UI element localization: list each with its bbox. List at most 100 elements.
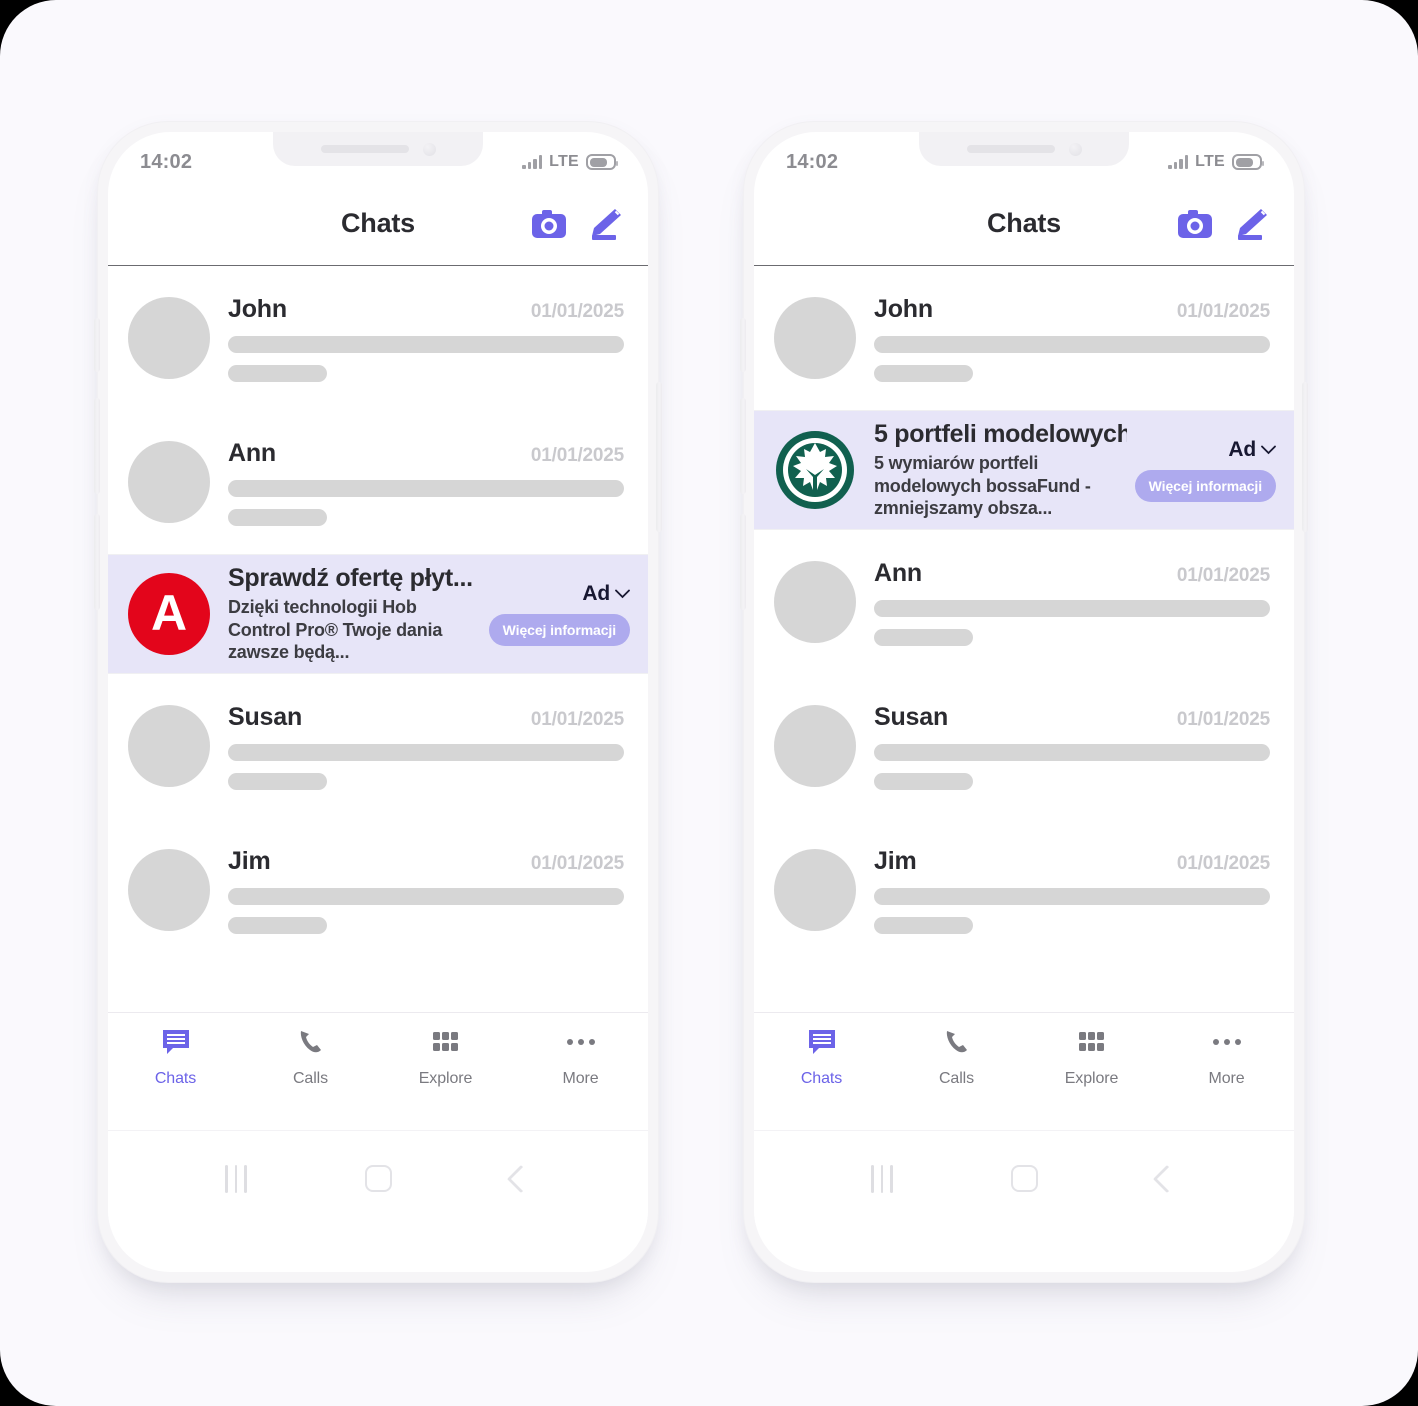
phone-side-button-power[interactable]	[656, 382, 662, 532]
ad-list-item[interactable]: 5 portfeli modelowych 5 wymiarów portfel…	[754, 411, 1294, 529]
chat-item-body: Susan 01/01/2025	[228, 703, 624, 790]
chat-item-body: John 01/01/2025	[228, 295, 624, 382]
message-preview-placeholder-short	[874, 772, 973, 790]
message-preview-placeholder-short	[228, 772, 327, 790]
tab-label: Explore	[1064, 1070, 1119, 1087]
tab-explore[interactable]: Explore	[378, 1027, 513, 1130]
grid-dots-icon	[432, 1027, 460, 1057]
ad-cta-button[interactable]: Więcej informacji	[488, 614, 630, 646]
chat-list-item[interactable]: Ann 01/01/2025	[108, 410, 648, 554]
chat-list-item[interactable]: Jim 01/01/2025	[754, 818, 1294, 962]
ad-description: 5 wymiarów portfeli modelowych bossaFund…	[874, 453, 1091, 519]
phone-icon	[297, 1027, 325, 1057]
message-preview-placeholder	[874, 335, 1270, 353]
tab-chats[interactable]: Chats	[108, 1027, 243, 1130]
chat-item-header: Jim 01/01/2025	[874, 847, 1270, 876]
page-root: 14:02 LTE Chats John 01/01/2025 Ann 01/0…	[0, 0, 1418, 1406]
tab-calls[interactable]: Calls	[243, 1027, 378, 1130]
tab-more[interactable]: More	[513, 1027, 648, 1130]
chat-item-body: Ann 01/01/2025	[874, 559, 1270, 646]
chat-item-body: Susan 01/01/2025	[874, 703, 1270, 790]
chat-list-item[interactable]: John 01/01/2025	[108, 266, 648, 410]
chat-item-header: Jim 01/01/2025	[228, 847, 624, 876]
camera-icon[interactable]	[532, 209, 566, 238]
chat-item-body: John 01/01/2025	[874, 295, 1270, 382]
phone-side-button-volume-up[interactable]	[94, 398, 100, 494]
recents-icon[interactable]	[871, 1164, 893, 1193]
network-label: LTE	[1195, 153, 1225, 170]
chat-item-header: Susan 01/01/2025	[874, 703, 1270, 732]
status-indicators: LTE	[1168, 153, 1264, 171]
ad-headline: Sprawdź ofertę płyt...	[228, 564, 473, 593]
chat-contact-name: John	[228, 294, 287, 323]
ad-text-block: 5 portfeli modelowych 5 wymiarów portfel…	[874, 420, 1127, 520]
page-title: Chats	[340, 208, 415, 238]
message-preview-placeholder-short	[874, 916, 973, 934]
chat-contact-name: Jim	[874, 846, 917, 875]
bottom-tab-bar: Chats Calls Explore More	[754, 1012, 1294, 1130]
message-preview-placeholder	[228, 743, 624, 761]
tab-chats[interactable]: Chats	[754, 1027, 889, 1130]
chevron-down-icon	[1261, 445, 1276, 455]
signal-bars-icon	[1168, 155, 1189, 169]
ad-list-item[interactable]: A Sprawdź ofertę płyt... Dzięki technolo…	[108, 555, 648, 673]
phone-side-button-silent[interactable]	[740, 318, 746, 372]
android-navigation-bar	[108, 1130, 648, 1226]
tab-calls[interactable]: Calls	[889, 1027, 1024, 1130]
chat-list-item[interactable]: John 01/01/2025	[754, 266, 1294, 410]
chat-list-item[interactable]: Ann 01/01/2025	[754, 530, 1294, 674]
phone-screen-right: 14:02 LTE Chats John 01/01/2025 5 portfe…	[754, 132, 1294, 1272]
chat-list-left: John 01/01/2025 Ann 01/01/2025 A Sprawdź…	[108, 266, 648, 1012]
chat-list-item[interactable]: Susan 01/01/2025	[754, 674, 1294, 818]
phone-side-button-volume-down[interactable]	[94, 514, 100, 610]
status-time: 14:02	[140, 150, 193, 173]
ad-headline: 5 portfeli modelowych	[874, 420, 1127, 449]
message-preview-placeholder-short	[874, 364, 973, 382]
phone-side-button-power[interactable]	[1302, 382, 1308, 532]
phone-side-button-volume-up[interactable]	[740, 398, 746, 494]
ad-cta-button[interactable]: Więcej informacji	[1134, 470, 1276, 502]
network-label: LTE	[549, 153, 579, 170]
recents-icon[interactable]	[225, 1164, 247, 1193]
ad-controls: Ad Więcej informacji	[488, 582, 630, 646]
tab-label: Calls	[292, 1070, 329, 1087]
home-icon[interactable]	[1011, 1165, 1039, 1192]
camera-icon[interactable]	[1178, 209, 1212, 238]
chat-item-header: John 01/01/2025	[228, 295, 624, 324]
phone-side-button-silent[interactable]	[94, 318, 100, 372]
ad-label-text: Ad	[582, 582, 610, 605]
chat-timestamp: 01/01/2025	[530, 444, 624, 466]
ad-controls: Ad Więcej informacji	[1134, 438, 1276, 502]
back-icon[interactable]	[1152, 1164, 1181, 1193]
list-spacer	[108, 962, 648, 1012]
message-preview-placeholder	[874, 887, 1270, 905]
pencil-compose-icon[interactable]	[1234, 208, 1268, 240]
amica-a-logo-icon: A	[128, 573, 210, 655]
phone-side-button-volume-down[interactable]	[740, 514, 746, 610]
message-preview-placeholder	[228, 335, 624, 353]
android-navigation-bar	[754, 1130, 1294, 1226]
chat-list-item[interactable]: Susan 01/01/2025	[108, 674, 648, 818]
ad-disclosure[interactable]: Ad	[582, 582, 630, 606]
tab-label: Calls	[938, 1070, 975, 1087]
battery-icon	[586, 154, 618, 170]
avatar	[774, 849, 856, 931]
back-icon[interactable]	[506, 1164, 535, 1193]
bottom-tab-bar: Chats Calls Explore More	[108, 1012, 648, 1130]
ad-disclosure[interactable]: Ad	[1228, 438, 1276, 462]
tab-more[interactable]: More	[1159, 1027, 1294, 1130]
pencil-compose-icon[interactable]	[588, 208, 622, 240]
chat-list-item[interactable]: Jim 01/01/2025	[108, 818, 648, 962]
home-icon[interactable]	[365, 1165, 393, 1192]
tab-explore[interactable]: Explore	[1024, 1027, 1159, 1130]
grid-dots-icon	[1078, 1027, 1106, 1057]
avatar	[128, 441, 210, 523]
tab-label: Chats	[800, 1070, 843, 1087]
avatar	[128, 705, 210, 787]
message-preview-placeholder-short	[228, 508, 327, 526]
ad-label-text: Ad	[1228, 438, 1256, 461]
chat-item-header: John 01/01/2025	[874, 295, 1270, 324]
ad-description: Dzięki technologii Hob Control Pro® Twoj…	[228, 597, 443, 663]
chat-item-body: Jim 01/01/2025	[874, 847, 1270, 934]
phone-left: 14:02 LTE Chats John 01/01/2025 Ann 01/0…	[94, 122, 662, 1282]
